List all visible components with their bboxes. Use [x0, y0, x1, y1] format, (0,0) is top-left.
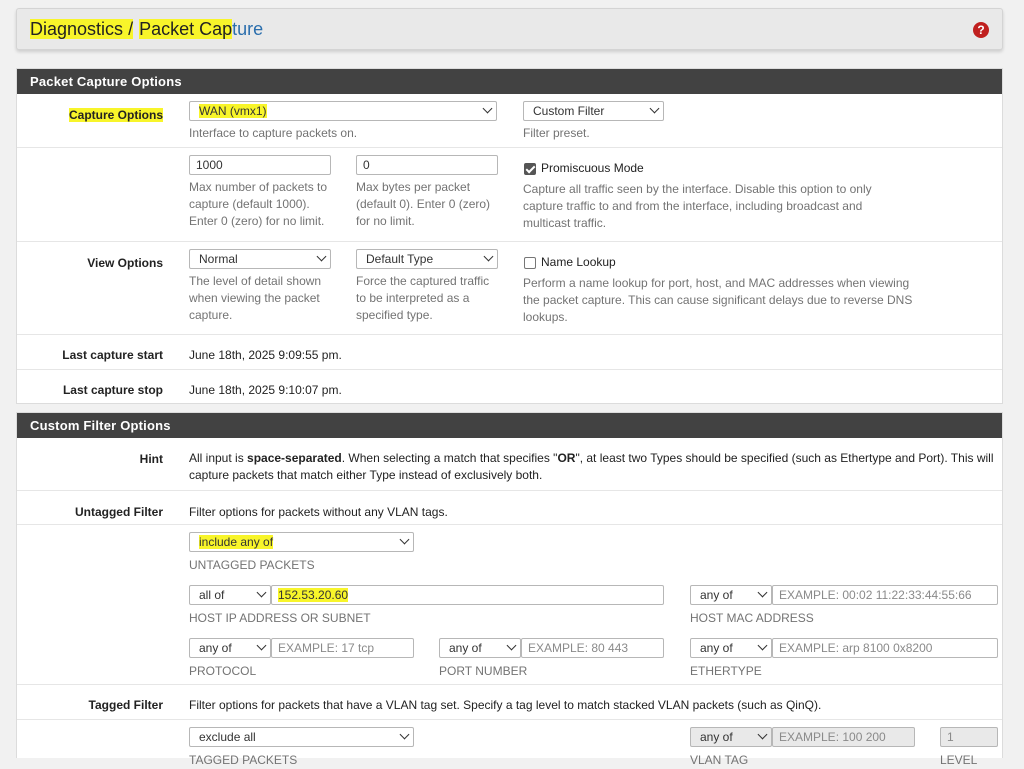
promiscuous-help: Capture all traffic seen by the interfac…	[523, 182, 872, 230]
tagged-filter-description: Filter options for packets that have a V…	[189, 698, 822, 712]
host-ip-input[interactable]: 152.53.20.60	[271, 585, 664, 605]
capture-type-help: Force the captured traffic to be interpr…	[356, 274, 490, 322]
name-lookup-label: Name Lookup	[541, 255, 616, 269]
untagged-filter-fields: include any of UNTAGGED PACKETS all of 1…	[17, 524, 1002, 684]
untagged-filter-description: Filter options for packets without any V…	[189, 505, 448, 519]
hint-text: All input is space-separated. When selec…	[189, 451, 994, 482]
capture-options-row: Capture Options WAN (vmx1) Interface to …	[17, 94, 1002, 147]
chevron-down-icon	[399, 534, 410, 545]
breadcrumb-bar: Diagnostics / Packet Capture ?	[16, 8, 1003, 50]
promiscuous-checkbox[interactable]	[524, 163, 536, 175]
chevron-down-icon	[757, 587, 768, 598]
last-capture-stop-label: Last capture stop	[62, 383, 163, 397]
chevron-down-icon	[256, 640, 267, 651]
breadcrumb: Diagnostics / Packet Capture	[30, 19, 263, 40]
tagged-filter-label: Tagged Filter	[88, 698, 163, 712]
question-circle-icon[interactable]: ?	[973, 22, 989, 38]
chevron-down-icon	[483, 251, 494, 262]
chevron-down-icon	[399, 729, 410, 740]
last-capture-start-label: Last capture start	[62, 348, 163, 362]
interface-help: Interface to capture packets on.	[189, 126, 358, 140]
breadcrumb-section[interactable]: Diagnostics	[30, 19, 124, 39]
chevron-down-icon	[757, 640, 768, 651]
packet-capture-options-panel: Packet Capture Options Capture Options W…	[16, 68, 1003, 404]
custom-filter-options-panel: Custom Filter Options Hint All input is …	[16, 412, 1003, 767]
view-options-label: View Options	[87, 256, 163, 270]
name-lookup-checkbox[interactable]	[524, 257, 536, 269]
last-capture-start-value: June 18th, 2025 9:09:55 pm.	[189, 348, 342, 362]
tagged-packets-select[interactable]: exclude all	[189, 727, 414, 747]
vlan-tag-input[interactable]: EXAMPLE: 100 200	[772, 727, 915, 747]
hint-label: Hint	[139, 452, 163, 466]
protocol-label: PROTOCOL	[189, 664, 257, 678]
chevron-down-icon	[506, 640, 517, 651]
tagged-filter-row: Tagged Filter Filter options for packets…	[17, 684, 1002, 719]
vlan-tag-match-select[interactable]: any of	[690, 727, 772, 747]
filter-preset-help: Filter preset.	[523, 126, 590, 140]
tagged-packets-label: TAGGED PACKETS	[189, 753, 298, 767]
vlan-tag-label: VLAN TAG	[690, 753, 749, 767]
host-mac-input[interactable]: EXAMPLE: 00:02 11:22:33:44:55:66	[772, 585, 998, 605]
max-packets-input[interactable]: 1000	[189, 155, 331, 175]
page-title: Packet Cap	[139, 19, 233, 39]
chevron-down-icon	[256, 587, 267, 598]
promiscuous-label: Promiscuous Mode	[541, 161, 644, 175]
filter-preset-select[interactable]: Custom Filter	[523, 101, 664, 121]
max-bytes-help: Max bytes per packet (default 0). Enter …	[356, 180, 491, 228]
last-capture-stop-row: Last capture stop June 18th, 2025 9:10:0…	[17, 369, 1002, 403]
panel-title: Packet Capture Options	[17, 69, 1002, 94]
max-packets-help: Max number of packets to capture (defaul…	[189, 180, 328, 228]
vlan-level-label: LEVEL	[940, 753, 978, 767]
port-input[interactable]: EXAMPLE: 80 443	[521, 638, 664, 658]
port-match-select[interactable]: any of	[439, 638, 521, 658]
chevron-down-icon	[649, 103, 660, 114]
untagged-filter-label: Untagged Filter	[74, 505, 163, 519]
last-capture-start-row: Last capture start June 18th, 2025 9:09:…	[17, 334, 1002, 369]
protocol-match-select[interactable]: any of	[189, 638, 271, 658]
detail-level-select[interactable]: Normal	[189, 249, 331, 269]
host-ip-label: HOST IP ADDRESS OR SUBNET	[189, 611, 371, 625]
protocol-input[interactable]: EXAMPLE: 17 tcp	[271, 638, 414, 658]
tagged-filter-fields: exclude all TAGGED PACKETS any of EXAMPL…	[17, 719, 1002, 767]
panel-title: Custom Filter Options	[17, 413, 1002, 438]
vlan-level-input[interactable]: 1	[940, 727, 998, 747]
ethertype-label: ETHERTYPE	[690, 664, 762, 678]
name-lookup-help: Perform a name lookup for port, host, an…	[523, 276, 913, 324]
view-options-row: View Options Normal The level of detail …	[17, 241, 1002, 334]
last-capture-stop-value: June 18th, 2025 9:10:07 pm.	[189, 383, 342, 397]
untagged-packets-label: UNTAGGED PACKETS	[189, 558, 315, 572]
host-ip-match-select[interactable]: all of	[189, 585, 271, 605]
host-mac-label: HOST MAC ADDRESS	[690, 611, 814, 625]
detail-level-help: The level of detail shown when viewing t…	[189, 274, 322, 322]
ethertype-match-select[interactable]: any of	[690, 638, 772, 658]
ethertype-input[interactable]: EXAMPLE: arp 8100 0x8200	[772, 638, 998, 658]
port-label: PORT NUMBER	[439, 664, 528, 678]
breadcrumb-separator: /	[128, 19, 134, 39]
chevron-down-icon	[316, 251, 327, 262]
hint-row: Hint All input is space-separated. When …	[17, 438, 1002, 490]
chevron-down-icon	[757, 729, 768, 740]
capture-options-label: Capture Options	[68, 108, 163, 122]
untagged-filter-row: Untagged Filter Filter options for packe…	[17, 490, 1002, 524]
capture-type-select[interactable]: Default Type	[356, 249, 498, 269]
untagged-packets-select[interactable]: include any of	[189, 532, 414, 552]
capture-limits-row: 1000 Max number of packets to capture (d…	[17, 147, 1002, 241]
host-mac-match-select[interactable]: any of	[690, 585, 772, 605]
chevron-down-icon	[482, 103, 493, 114]
max-bytes-input[interactable]: 0	[356, 155, 498, 175]
interface-select[interactable]: WAN (vmx1)	[189, 101, 497, 121]
page-title-end: ture	[232, 19, 264, 39]
